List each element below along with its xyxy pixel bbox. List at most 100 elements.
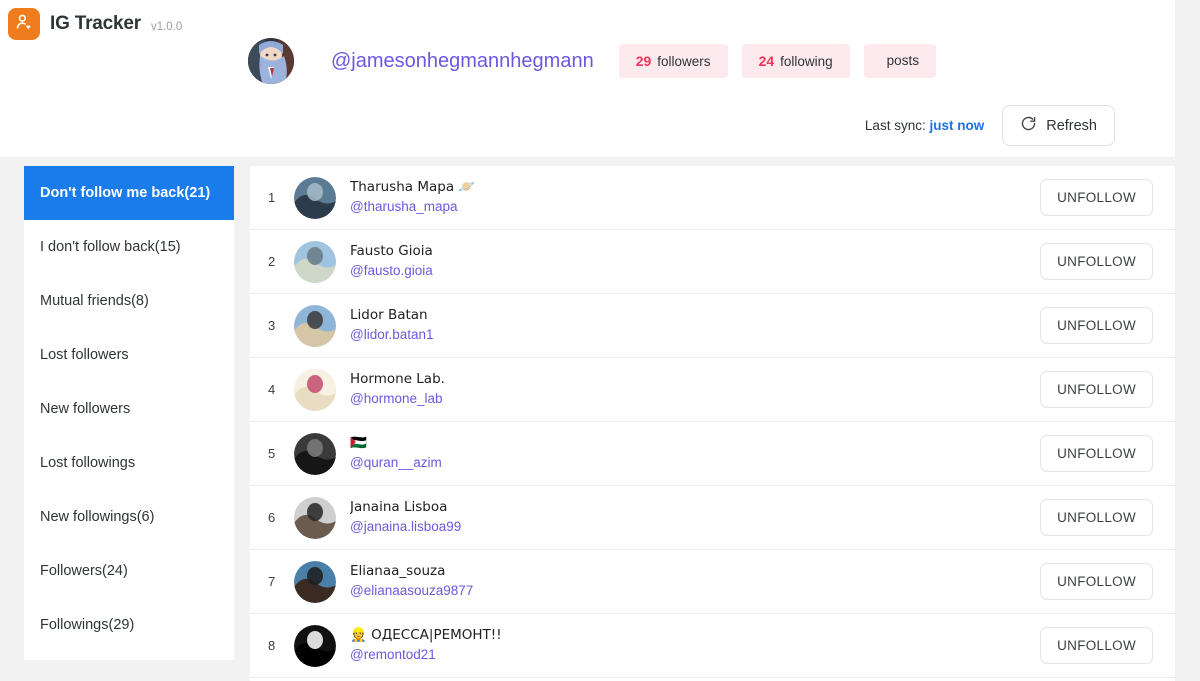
body-area: Don't follow me back(21) I don't follow b… bbox=[0, 157, 1175, 681]
unfollow-button[interactable]: UNFOLLOW bbox=[1040, 371, 1153, 408]
list-item[interactable]: 4 Hormone Lab.@hormone_labUNFOLLOW bbox=[250, 358, 1175, 422]
row-display-name: 🇵🇸 bbox=[350, 434, 1040, 453]
sidebar-item-label: I don't follow back(15) bbox=[40, 239, 181, 255]
sidebar-item[interactable]: Lost followings bbox=[24, 436, 234, 490]
avatar bbox=[294, 369, 336, 411]
last-sync-text: Last sync: just now bbox=[865, 118, 984, 133]
row-text: Tharusha Mapa 🪐@tharusha_mapa bbox=[350, 178, 1040, 217]
account-list: 1Tharusha Mapa 🪐@tharusha_mapaUNFOLLOW2F… bbox=[250, 166, 1175, 681]
last-sync-label: Last sync: bbox=[865, 118, 926, 133]
row-display-name: 👷 ОДЕССА|РЕМОНТ!! bbox=[350, 626, 1040, 645]
unfollow-button[interactable]: UNFOLLOW bbox=[1040, 627, 1153, 664]
row-display-name: Lidor Batan bbox=[350, 306, 1040, 325]
sidebar-item[interactable]: Followings(29) bbox=[24, 598, 234, 652]
unfollow-button[interactable]: UNFOLLOW bbox=[1040, 499, 1153, 536]
avatar bbox=[294, 497, 336, 539]
sidebar-item[interactable]: New followers bbox=[24, 382, 234, 436]
last-sync-value: just now bbox=[929, 118, 984, 133]
row-text: Hormone Lab.@hormone_lab bbox=[350, 370, 1040, 409]
stat-followers[interactable]: 29 followers bbox=[619, 44, 728, 78]
row-handle[interactable]: @janaina.lisboa99 bbox=[350, 517, 1040, 537]
refresh-label: Refresh bbox=[1046, 118, 1097, 134]
sidebar-item[interactable]: I don't follow back(15) bbox=[24, 220, 234, 274]
person-heart-icon bbox=[14, 12, 34, 37]
avatar bbox=[294, 561, 336, 603]
list-item[interactable]: 3 Lidor Batan@lidor.batan1UNFOLLOW bbox=[250, 294, 1175, 358]
stat-following-count: 24 bbox=[759, 53, 775, 69]
unfollow-button[interactable]: UNFOLLOW bbox=[1040, 179, 1153, 216]
row-display-name: Hormone Lab. bbox=[350, 370, 1040, 389]
sidebar-item-label: Lost followers bbox=[40, 347, 129, 363]
unfollow-button[interactable]: UNFOLLOW bbox=[1040, 307, 1153, 344]
row-handle[interactable]: @quran__azim bbox=[350, 453, 1040, 473]
row-text: Lidor Batan@lidor.batan1 bbox=[350, 306, 1040, 345]
stat-followers-count: 29 bbox=[636, 53, 652, 69]
list-item[interactable]: 1 Tharusha Mapa 🪐@tharusha_mapaUNFOLLOW bbox=[250, 166, 1175, 230]
row-display-name: Elianaa_souza bbox=[350, 562, 1040, 581]
refresh-button[interactable]: Refresh bbox=[1002, 105, 1115, 146]
sidebar-item[interactable]: New followings(6) bbox=[24, 490, 234, 544]
list-item[interactable]: 5 🇵🇸@quran__azimUNFOLLOW bbox=[250, 422, 1175, 486]
row-text: 🇵🇸@quran__azim bbox=[350, 434, 1040, 473]
app-logo bbox=[8, 8, 40, 40]
avatar bbox=[248, 38, 294, 84]
stat-following-label: following bbox=[780, 54, 833, 69]
row-handle[interactable]: @hormone_lab bbox=[350, 389, 1040, 409]
unfollow-button[interactable]: UNFOLLOW bbox=[1040, 243, 1153, 280]
refresh-icon bbox=[1020, 115, 1037, 136]
row-index: 3 bbox=[268, 318, 294, 333]
row-text: Elianaa_souza@elianaasouza9877 bbox=[350, 562, 1040, 601]
avatar bbox=[294, 305, 336, 347]
app-title: IG Tracker bbox=[50, 13, 141, 35]
brand: IG Tracker v1.0.0 bbox=[8, 8, 182, 40]
sidebar-item[interactable]: Don't follow me back(21) bbox=[24, 166, 234, 220]
list-item[interactable]: 8👷 ОДЕССА|РЕМОНТ!!@remontod21UNFOLLOW bbox=[250, 614, 1175, 678]
stat-posts[interactable]: posts bbox=[864, 44, 936, 78]
row-text: Janaina Lisboa@janaina.lisboa99 bbox=[350, 498, 1040, 537]
sidebar-item[interactable]: Lost followers bbox=[24, 328, 234, 382]
avatar bbox=[294, 241, 336, 283]
avatar bbox=[294, 177, 336, 219]
stat-following[interactable]: 24 following bbox=[742, 44, 850, 78]
row-index: 4 bbox=[268, 382, 294, 397]
row-display-name: Fausto Gioia bbox=[350, 242, 1040, 261]
unfollow-button[interactable]: UNFOLLOW bbox=[1040, 435, 1153, 472]
profile-stats: 29 followers 24 following posts bbox=[619, 44, 936, 78]
sidebar-item-label: Followings(29) bbox=[40, 617, 134, 633]
profile-handle[interactable]: @jamesonhegmannhegmann bbox=[331, 50, 594, 73]
sidebar-item-label: Followers(24) bbox=[40, 563, 128, 579]
app-version: v1.0.0 bbox=[151, 16, 182, 33]
row-display-name: Janaina Lisboa bbox=[350, 498, 1040, 517]
row-handle[interactable]: @elianaasouza9877 bbox=[350, 581, 1040, 601]
row-index: 1 bbox=[268, 190, 294, 205]
row-display-name: Tharusha Mapa 🪐 bbox=[350, 178, 1040, 197]
stat-posts-label: posts bbox=[887, 53, 919, 68]
row-text: Fausto Gioia@fausto.gioia bbox=[350, 242, 1040, 281]
row-index: 7 bbox=[268, 574, 294, 589]
sidebar-item-label: Don't follow me back(21) bbox=[40, 185, 210, 201]
list-item[interactable]: 6Janaina Lisboa@janaina.lisboa99UNFOLLOW bbox=[250, 486, 1175, 550]
sidebar-item-label: Lost followings bbox=[40, 455, 135, 471]
avatar bbox=[294, 433, 336, 475]
row-handle[interactable]: @fausto.gioia bbox=[350, 261, 1040, 281]
app-header: IG Tracker v1.0.0 @jamesonhegmannhe bbox=[0, 0, 1175, 157]
list-item[interactable]: 7 Elianaa_souza@elianaasouza9877UNFOLLOW bbox=[250, 550, 1175, 614]
row-text: 👷 ОДЕССА|РЕМОНТ!!@remontod21 bbox=[350, 626, 1040, 665]
sidebar-item[interactable]: Followers(24) bbox=[24, 544, 234, 598]
row-index: 2 bbox=[268, 254, 294, 269]
row-handle[interactable]: @tharusha_mapa bbox=[350, 197, 1040, 217]
list-item[interactable]: 2 Fausto Gioia@fausto.gioiaUNFOLLOW bbox=[250, 230, 1175, 294]
row-index: 5 bbox=[268, 446, 294, 461]
sidebar-item-label: Mutual friends(8) bbox=[40, 293, 149, 309]
profile-summary: @jamesonhegmannhegmann 29 followers 24 f… bbox=[248, 38, 936, 84]
row-handle[interactable]: @lidor.batan1 bbox=[350, 325, 1040, 345]
stat-followers-label: followers bbox=[657, 54, 710, 69]
unfollow-button[interactable]: UNFOLLOW bbox=[1040, 563, 1153, 600]
avatar bbox=[294, 625, 336, 667]
sidebar-item-label: New followers bbox=[40, 401, 130, 417]
sidebar-item[interactable]: Mutual friends(8) bbox=[24, 274, 234, 328]
app-window: IG Tracker v1.0.0 @jamesonhegmannhe bbox=[0, 0, 1200, 681]
row-handle[interactable]: @remontod21 bbox=[350, 645, 1040, 665]
sidebar: Don't follow me back(21) I don't follow b… bbox=[24, 166, 234, 660]
sync-controls: Last sync: just now Refresh bbox=[865, 105, 1115, 146]
